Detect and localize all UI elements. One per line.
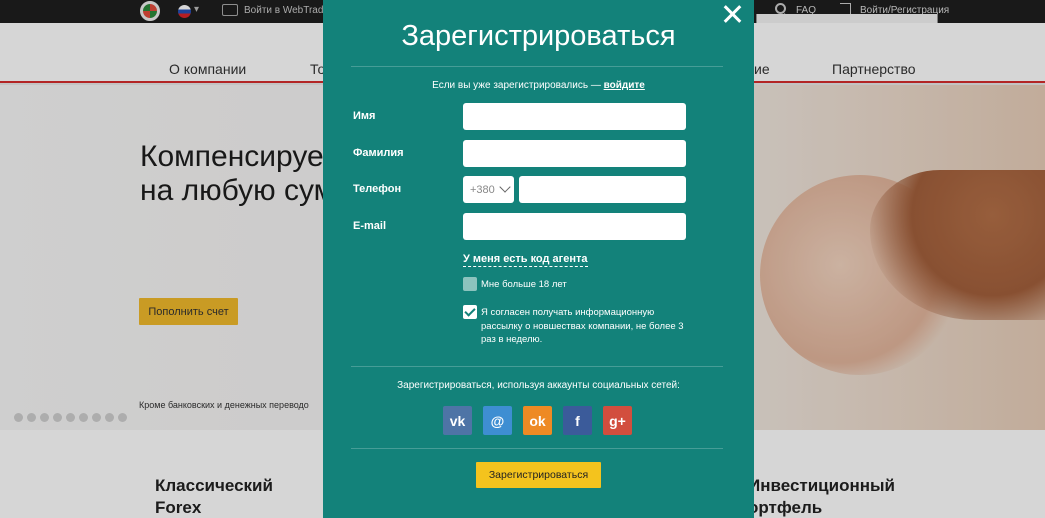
registration-modal: Зарегистрироваться Если вы уже зарегистр…: [323, 0, 754, 518]
facebook-icon[interactable]: f: [563, 406, 592, 435]
divider: [351, 366, 723, 367]
last-name-label: Фамилия: [353, 147, 404, 159]
newsletter-checkbox[interactable]: [463, 305, 477, 319]
ok-glyph: ok: [529, 412, 546, 429]
login-prompt: Если вы уже зарегистрировались — войдите: [323, 80, 754, 91]
odnoklassniki-icon[interactable]: ok: [523, 406, 552, 435]
age-checkbox-label: Мне больше 18 лет: [481, 279, 567, 290]
login-link[interactable]: войдите: [604, 80, 645, 91]
register-button[interactable]: Зарегистрироваться: [476, 462, 601, 488]
facebook-glyph: f: [575, 412, 580, 429]
email-label: E-mail: [353, 220, 387, 232]
newsletter-checkbox-label: Я согласен получать информационную рассы…: [481, 307, 684, 345]
chevron-down-icon: [499, 181, 511, 193]
vk-icon[interactable]: vk: [443, 406, 472, 435]
google-plus-icon[interactable]: g+: [603, 406, 632, 435]
age-checkbox[interactable]: [463, 277, 477, 291]
mail-glyph: @: [490, 412, 505, 429]
first-name-label: Имя: [353, 110, 376, 122]
social-prompt: Зарегистрироваться, используя аккаунты с…: [397, 380, 680, 391]
agent-code-link[interactable]: У меня есть код агента: [463, 253, 588, 267]
mail-icon[interactable]: @: [483, 406, 512, 435]
login-prompt-text: Если вы уже зарегистрировались —: [432, 80, 604, 91]
phone-code-value: +380: [470, 183, 495, 196]
first-name-field[interactable]: [463, 103, 686, 130]
google-plus-glyph: g+: [609, 412, 626, 429]
modal-title: Зарегистрироваться: [401, 20, 676, 52]
divider: [351, 66, 723, 67]
phone-field[interactable]: [519, 176, 686, 203]
vk-glyph: vk: [449, 412, 466, 429]
phone-label: Телефон: [353, 183, 402, 195]
divider: [351, 448, 723, 449]
email-field[interactable]: [463, 213, 686, 240]
last-name-field[interactable]: [463, 140, 686, 167]
phone-country-code-select[interactable]: +380: [463, 176, 514, 203]
